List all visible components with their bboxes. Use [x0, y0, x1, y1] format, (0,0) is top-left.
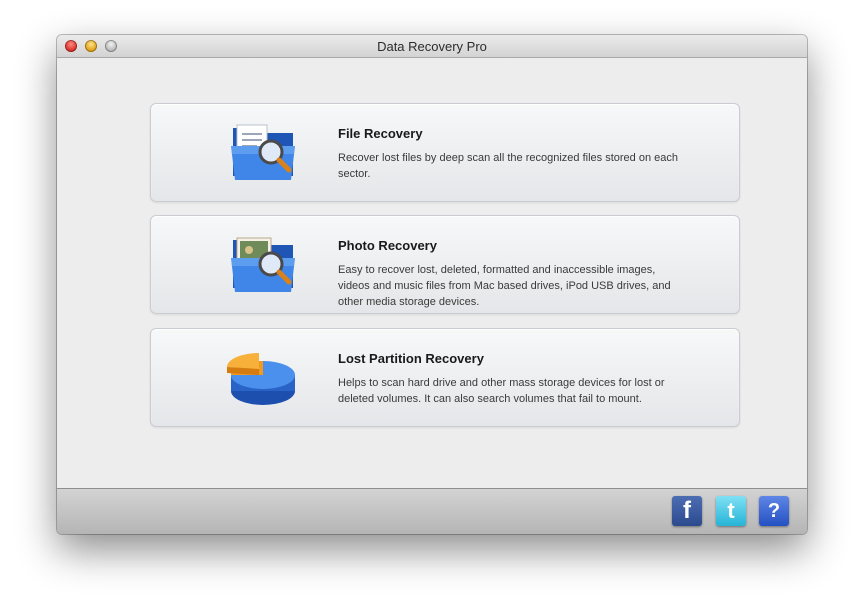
lost-partition-recovery-option[interactable]: Lost Partition Recovery Helps to scan ha… [150, 328, 740, 427]
photo-recovery-title: Photo Recovery [338, 238, 437, 253]
bottom-toolbar: f t ? [57, 488, 807, 534]
help-icon[interactable]: ? [759, 496, 789, 526]
app-window: Data Recovery Pro File Recovery Recover [57, 35, 807, 534]
photo-folder-magnifier-icon [227, 232, 299, 296]
file-recovery-description: Recover lost files by deep scan all the … [338, 152, 678, 180]
main-content: File Recovery Recover lost files by deep… [57, 58, 807, 489]
lost-partition-recovery-title: Lost Partition Recovery [338, 351, 484, 366]
pie-chart-disk-icon [227, 345, 299, 409]
folder-magnifier-icon [227, 120, 299, 184]
photo-recovery-description: Easy to recover lost, deleted, formatted… [338, 264, 671, 308]
window-title: Data Recovery Pro [377, 39, 487, 54]
title-bar[interactable]: Data Recovery Pro [57, 35, 807, 58]
facebook-icon[interactable]: f [672, 496, 702, 526]
twitter-icon[interactable]: t [716, 496, 746, 526]
lost-partition-recovery-description: Helps to scan hard drive and other mass … [338, 377, 665, 405]
photo-recovery-option[interactable]: Photo Recovery Easy to recover lost, del… [150, 215, 740, 314]
file-recovery-option[interactable]: File Recovery Recover lost files by deep… [150, 103, 740, 202]
file-recovery-title: File Recovery [338, 126, 423, 141]
